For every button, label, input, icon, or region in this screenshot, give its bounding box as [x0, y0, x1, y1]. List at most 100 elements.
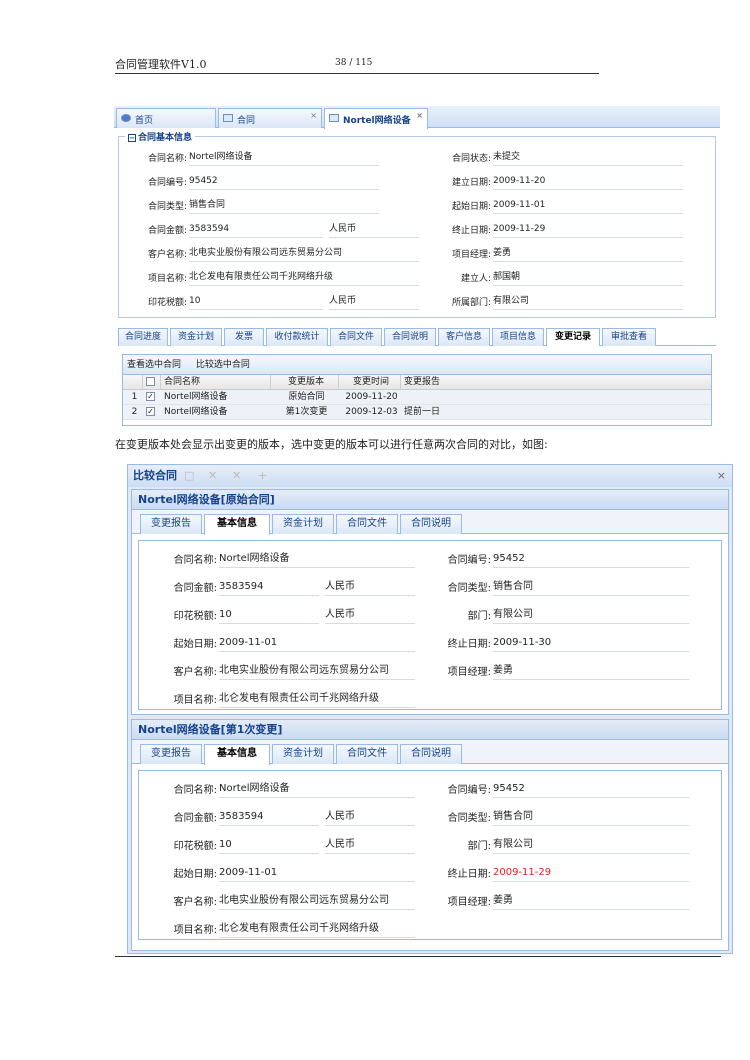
field-creator: 建立人: 郝国朝	[461, 271, 683, 286]
tab-contract-notes[interactable]: 合同说明	[384, 328, 436, 346]
window-icon	[223, 114, 233, 122]
tab-label: 合同	[237, 116, 256, 126]
divider	[115, 956, 721, 957]
currency-label: 人民币	[325, 579, 415, 596]
tab-contract-files[interactable]: 合同文件	[330, 328, 382, 346]
field-customer-name: 客户名称: 北电实业股份有限公司远东贸易分公司	[148, 247, 419, 262]
field-project-name: 项目名称: 北仑发电有限责任公司千兆网络升级	[148, 271, 419, 286]
tab-customer-info[interactable]: 客户信息	[438, 328, 490, 346]
row-checkbox[interactable]: ✓	[146, 392, 155, 401]
field-contract-number: 合同编号: 95452	[148, 175, 379, 190]
tab-contract-files[interactable]: 合同文件	[336, 514, 398, 534]
table-row[interactable]: 2 ✓ Nortel网络设备 第1次变更 2009-12-03 提前一日	[123, 405, 711, 420]
tab-payment-stats[interactable]: 收付款统计	[266, 328, 328, 346]
changed-value[interactable]: 2009-11-29	[493, 865, 689, 882]
panel-tab-bar: 变更报告 基本信息 资金计划 合同文件 合同说明	[132, 510, 728, 535]
document-header: 合同管理软件V1.0 38 / 115	[115, 54, 599, 74]
toolbar-icon[interactable]: +	[258, 465, 267, 487]
tab-invoice[interactable]: 发票	[224, 328, 264, 346]
compare-contract-window: 比较合同 □ ✕ ✕ + × Nortel网络设备[原始合同] 变更报告 基本信…	[127, 464, 733, 954]
tab-label: Nortel网络设备	[343, 116, 411, 126]
window-title-bar: 比较合同 □ ✕ ✕ + ×	[128, 465, 732, 487]
field-contract-amount: 合同金额: 3583594	[174, 579, 319, 596]
window-title: 比较合同	[133, 469, 177, 482]
tab-contract[interactable]: 合同 ×	[218, 108, 322, 128]
detail-tab-bar: 合同进度 资金计划 发票 收付款统计 合同文件 合同说明 客户信息 项目信息 变…	[118, 328, 716, 346]
field-contract-type: 合同类型: 销售合同	[448, 579, 689, 596]
toolbar-icon[interactable]: □	[184, 465, 194, 487]
column-change-report[interactable]: 变更报告	[401, 375, 713, 389]
tab-funding-plan[interactable]: 资金计划	[272, 744, 334, 764]
column-change-time[interactable]: 变更时间	[339, 375, 401, 389]
currency-label: 人民币	[325, 809, 415, 826]
tab-funding-plan[interactable]: 资金计划	[272, 514, 334, 534]
tab-change-report[interactable]: 变更报告	[140, 744, 202, 764]
tab-progress[interactable]: 合同进度	[118, 328, 168, 346]
section-title[interactable]: − 合同基本信息	[125, 130, 196, 143]
tab-label: 首页	[135, 116, 154, 126]
field-end-date: 终止日期: 2009-11-30	[448, 635, 689, 652]
tab-change-log[interactable]: 变更记录	[546, 328, 600, 346]
column-contract-name[interactable]: 合同名称	[161, 375, 271, 389]
currency-label: 人民币	[325, 837, 415, 854]
field-department: 所属部门: 有限公司	[452, 295, 683, 310]
currency-label: 人民币	[325, 607, 415, 624]
page-number: 38 / 115	[335, 58, 373, 68]
tab-project-info[interactable]: 项目信息	[492, 328, 544, 346]
currency-label: 人民币	[329, 295, 419, 310]
tab-contract-notes[interactable]: 合同说明	[400, 744, 462, 764]
field-contract-amount: 合同金额: 3583594	[148, 223, 323, 238]
contract-basic-info-section: − 合同基本信息 合同名称: Nortel网络设备 合同状态: 未提交 合同编号: 95…	[118, 130, 716, 318]
basic-info-body: 合同名称: Nortel网络设备 合同编号: 95452 合同金额: 3583594 …	[138, 770, 722, 940]
caption-text: 在变更版本处会显示出变更的版本，选中变更的版本可以进行任意两次合同的对比，如图:	[115, 438, 548, 451]
close-icon[interactable]: ×	[416, 111, 423, 120]
field-stamp-duty: 印花税额: 10	[174, 837, 319, 854]
tab-home[interactable]: 首页	[116, 108, 216, 128]
field-customer-name: 客户名称: 北电实业股份有限公司远东贸易分公司	[174, 893, 415, 910]
field-contract-amount: 合同金额: 3583594	[174, 809, 319, 826]
basic-info-body: 合同名称: Nortel网络设备 合同编号: 95452 合同金额: 3583594 …	[138, 540, 722, 710]
view-selected-button[interactable]: 查看选中合同	[127, 360, 181, 370]
field-project-manager: 项目经理: 姜勇	[448, 663, 689, 680]
close-icon[interactable]: ×	[310, 111, 317, 120]
row-checkbox[interactable]: ✓	[146, 407, 155, 416]
field-contract-status: 合同状态: 未提交	[452, 151, 683, 166]
column-version[interactable]: 变更版本	[271, 375, 339, 389]
changed-contract-panel: Nortel网络设备[第1次变更] 变更报告 基本信息 资金计划 合同文件 合同…	[131, 719, 729, 951]
toolbar-icon[interactable]: ✕	[208, 465, 217, 487]
field-contract-type: 合同类型: 销售合同	[448, 809, 689, 826]
field-start-date: 起始日期: 2009-11-01	[174, 635, 415, 652]
field-contract-number: 合同编号: 95452	[448, 781, 689, 798]
window-icon	[329, 114, 339, 122]
field-contract-number: 合同编号: 95452	[448, 551, 689, 568]
tab-change-report[interactable]: 变更报告	[140, 514, 202, 534]
tab-funding-plan[interactable]: 资金计划	[170, 328, 222, 346]
panel-header: Nortel网络设备[第1次变更]	[132, 720, 728, 740]
field-department: 部门: 有限公司	[468, 837, 689, 854]
tab-contract-notes[interactable]: 合同说明	[400, 514, 462, 534]
close-icon[interactable]: ×	[717, 465, 726, 487]
select-all-checkbox[interactable]	[146, 377, 155, 386]
tab-basic-info[interactable]: 基本信息	[204, 744, 270, 765]
field-contract-name: 合同名称: Nortel网络设备	[148, 151, 379, 166]
table-row[interactable]: 1 ✓ Nortel网络设备 原始合同 2009-11-20	[123, 390, 711, 405]
main-tab-bar: 首页 合同 × Nortel网络设备 ×	[114, 106, 720, 129]
field-department: 部门: 有限公司	[468, 607, 689, 624]
grid-toolbar: 查看选中合同 比较选中合同	[123, 355, 711, 375]
tab-nortel[interactable]: Nortel网络设备 ×	[324, 108, 428, 129]
collapse-icon[interactable]: −	[128, 134, 136, 142]
field-end-date: 终止日期: 2009-11-29	[452, 223, 683, 238]
toolbar-icon[interactable]: ✕	[232, 465, 241, 487]
panel-tab-bar: 变更报告 基本信息 资金计划 合同文件 合同说明	[132, 740, 728, 765]
contract-detail-screenshot: 首页 合同 × Nortel网络设备 × − 合同基本信息 合同名称: Nortel…	[114, 106, 720, 426]
currency-label: 人民币	[329, 223, 419, 238]
tab-contract-files[interactable]: 合同文件	[336, 744, 398, 764]
home-icon	[121, 114, 131, 122]
field-end-date: 终止日期: 2009-11-29	[448, 865, 689, 882]
tab-basic-info[interactable]: 基本信息	[204, 514, 270, 535]
field-customer-name: 客户名称: 北电实业股份有限公司远东贸易分公司	[174, 663, 415, 680]
field-contract-name: 合同名称: Nortel网络设备	[174, 551, 415, 568]
compare-selected-button[interactable]: 比较选中合同	[196, 360, 250, 370]
field-start-date: 起始日期: 2009-11-01	[174, 865, 415, 882]
tab-approval-view[interactable]: 审批查看	[602, 328, 656, 346]
